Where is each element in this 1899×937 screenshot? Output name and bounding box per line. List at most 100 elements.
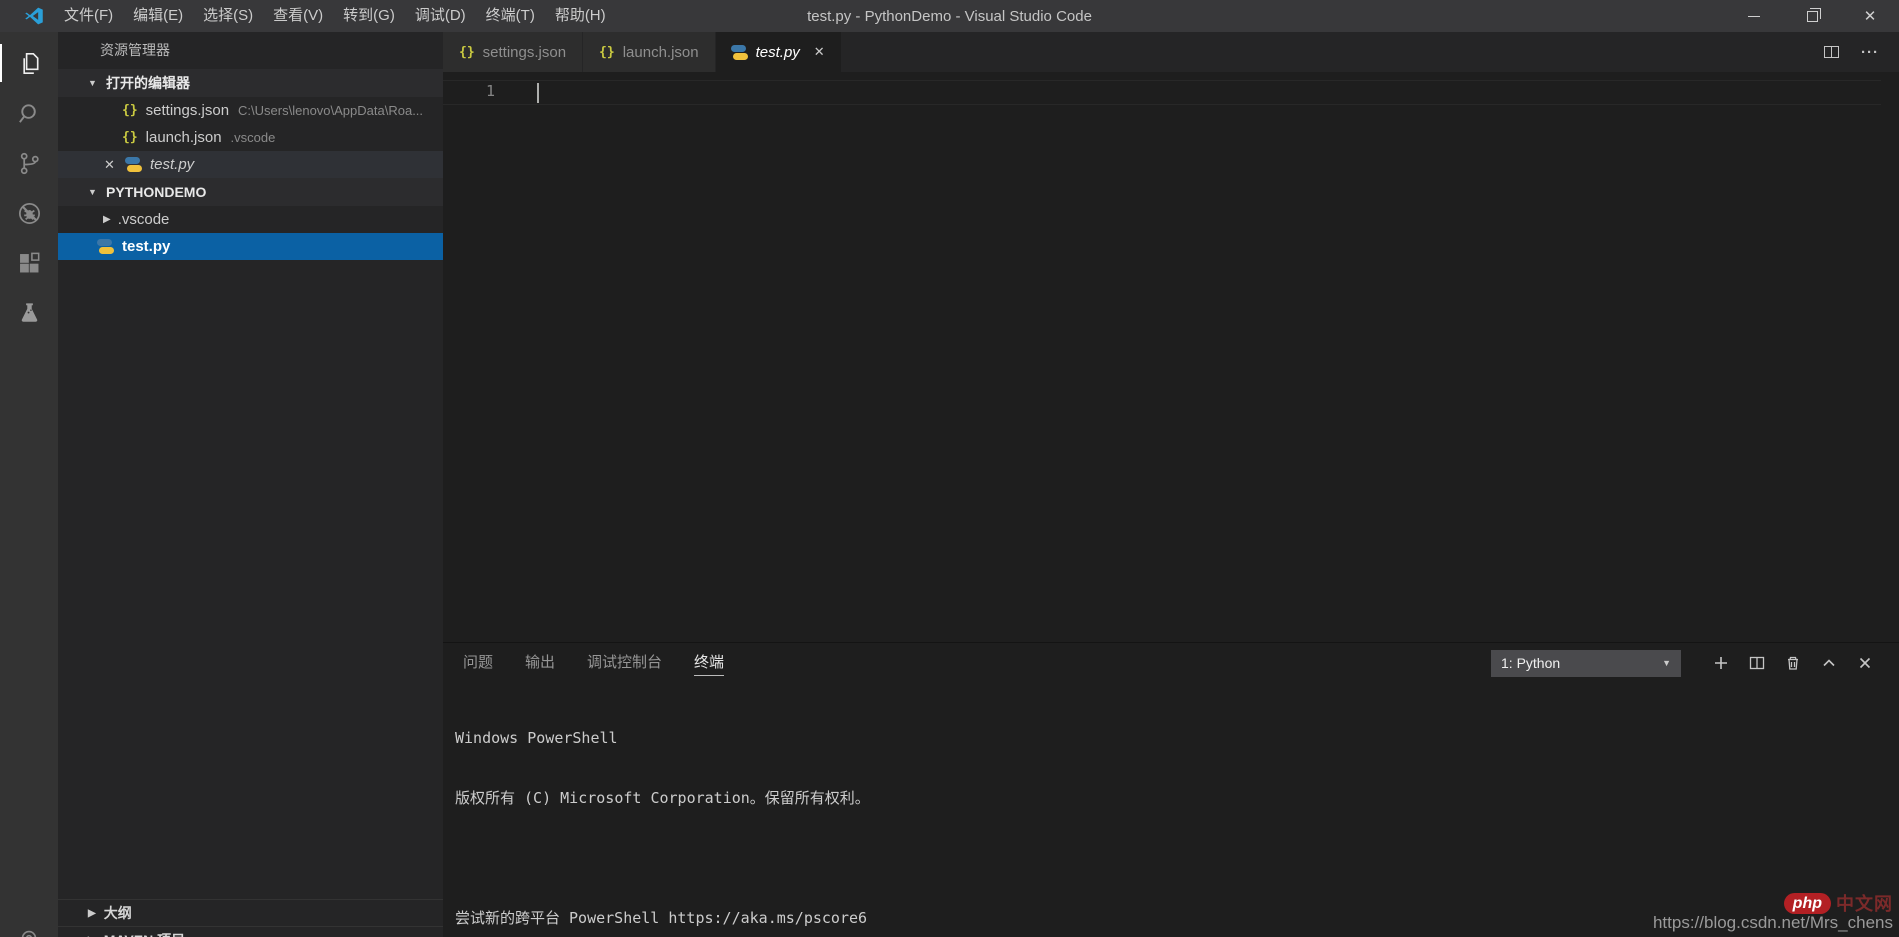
panel-tab-debug-console[interactable]: 调试控制台 [587, 643, 662, 683]
code-editor[interactable]: 1 [443, 72, 1899, 642]
file-name: settings.json [146, 102, 229, 119]
menu-go[interactable]: 转到(G) [333, 0, 405, 32]
window-controls: ✕ [1725, 0, 1899, 32]
chevron-up-icon [1821, 655, 1837, 671]
open-editor-settings-json[interactable]: {} settings.json C:\Users\lenovo\AppData… [58, 97, 443, 124]
vscode-window: 文件(F) 编辑(E) 选择(S) 查看(V) 转到(G) 调试(D) 终端(T… [0, 0, 1899, 937]
panel-tabs: 问题 输出 调试控制台 终端 [463, 643, 724, 683]
new-terminal-button[interactable] [1703, 649, 1739, 677]
explorer-icon [16, 50, 43, 77]
trash-icon [1785, 655, 1801, 671]
test-beaker-icon [16, 300, 43, 327]
minimize-button[interactable] [1725, 0, 1783, 32]
sidebar-explorer: 资源管理器 ▼ 打开的编辑器 {} settings.json C:\Users… [58, 32, 443, 937]
menu-bar: 文件(F) 编辑(E) 选择(S) 查看(V) 转到(G) 调试(D) 终端(T… [54, 0, 616, 32]
json-icon: {} [122, 130, 138, 145]
maven-section-header[interactable]: ▶ MAVEN 项目 [58, 926, 443, 937]
activity-source-control[interactable] [0, 138, 58, 188]
tab-launch-json[interactable]: {} launch.json [583, 32, 715, 72]
editor-group: {} settings.json {} launch.json test.py … [443, 32, 1899, 937]
tab-label: test.py [756, 44, 800, 61]
maximize-panel-button[interactable] [1811, 649, 1847, 677]
close-panel-button[interactable] [1847, 649, 1883, 677]
file-name: launch.json [146, 129, 222, 146]
panel-header: 问题 输出 调试控制台 终端 1: Python ▼ [443, 643, 1899, 683]
open-editor-launch-json[interactable]: {} launch.json .vscode [58, 124, 443, 151]
extensions-icon [16, 250, 43, 277]
menu-help[interactable]: 帮助(H) [545, 0, 616, 32]
folder-name: .vscode [118, 211, 170, 228]
menu-selection[interactable]: 选择(S) [193, 0, 263, 32]
activity-explorer[interactable] [0, 38, 58, 88]
dropdown-arrow-icon: ▼ [1662, 658, 1671, 668]
menu-terminal[interactable]: 终端(T) [476, 0, 545, 32]
minimize-icon [1748, 16, 1760, 17]
split-editor-icon[interactable] [1824, 46, 1839, 58]
project-folder-label: PYTHONDEMO [106, 184, 206, 200]
debug-icon [16, 200, 43, 227]
menu-view[interactable]: 查看(V) [263, 0, 333, 32]
file-name: test.py [122, 238, 170, 255]
search-icon [16, 100, 43, 127]
tree-item-vscode-folder[interactable]: ▶ .vscode [58, 206, 443, 233]
file-name: test.py [150, 156, 194, 173]
close-editor-icon[interactable]: ✕ [104, 157, 118, 173]
twisty-closed-icon: ▶ [103, 214, 111, 225]
watermark: php 中文网 https://blog.csdn.net/Mrs_chens [1653, 890, 1893, 933]
activity-search[interactable] [0, 88, 58, 138]
menu-edit[interactable]: 编辑(E) [123, 0, 193, 32]
terminal-line [455, 848, 1887, 868]
activity-bar [0, 32, 58, 937]
project-folder-header[interactable]: ▼ PYTHONDEMO [58, 178, 443, 206]
manage-gear-icon [18, 927, 40, 937]
json-icon: {} [122, 103, 138, 118]
restore-icon [1807, 11, 1818, 22]
kill-terminal-button[interactable] [1775, 649, 1811, 677]
line-number: 1 [443, 82, 495, 100]
file-path-detail: .vscode [231, 130, 276, 145]
open-editors-header[interactable]: ▼ 打开的编辑器 [58, 69, 443, 97]
title-bar: 文件(F) 编辑(E) 选择(S) 查看(V) 转到(G) 调试(D) 终端(T… [0, 0, 1899, 32]
close-tab-icon[interactable]: ✕ [814, 44, 825, 60]
plus-icon [1713, 655, 1729, 671]
open-editor-test-py[interactable]: ✕ test.py [58, 151, 443, 178]
activity-test[interactable] [0, 288, 58, 338]
terminal-line: 版权所有 (C) Microsoft Corporation。保留所有权利。 [455, 788, 1887, 808]
json-icon: {} [599, 45, 615, 60]
python-icon [126, 157, 141, 172]
sidebar-bottom-sections: ▶ 大纲 ▶ MAVEN 项目 [58, 899, 443, 937]
menu-file[interactable]: 文件(F) [54, 0, 123, 32]
watermark-url: https://blog.csdn.net/Mrs_chens [1653, 913, 1893, 933]
close-window-button[interactable]: ✕ [1841, 0, 1899, 32]
restore-button[interactable] [1783, 0, 1841, 32]
outline-section-header[interactable]: ▶ 大纲 [58, 899, 443, 926]
text-cursor [537, 83, 539, 103]
twisty-open-icon: ▼ [88, 78, 102, 88]
tree-item-test-py[interactable]: test.py [58, 233, 443, 260]
twisty-open-icon: ▼ [88, 187, 102, 197]
activity-debug[interactable] [0, 188, 58, 238]
tab-bar: {} settings.json {} launch.json test.py … [443, 32, 1899, 72]
terminal-picker-dropdown[interactable]: 1: Python ▼ [1491, 650, 1681, 677]
maven-label: MAVEN 项目 [104, 930, 185, 937]
outline-label: 大纲 [104, 903, 132, 923]
panel-tab-problems[interactable]: 问题 [463, 643, 493, 683]
terminal-actions: 1: Python ▼ [1491, 649, 1883, 677]
tab-test-py[interactable]: test.py ✕ [716, 32, 841, 72]
panel-tab-terminal[interactable]: 终端 [694, 643, 724, 683]
terminal-picker-value: 1: Python [1501, 655, 1560, 671]
split-terminal-button[interactable] [1739, 649, 1775, 677]
terminal-line: Windows PowerShell [455, 728, 1887, 748]
activity-extensions[interactable] [0, 238, 58, 288]
python-icon [98, 239, 113, 254]
close-icon: ✕ [1864, 9, 1877, 24]
vscode-logo-icon [24, 6, 44, 26]
activity-manage[interactable] [0, 921, 58, 937]
more-actions-icon[interactable]: ··· [1861, 44, 1879, 61]
tab-settings-json[interactable]: {} settings.json [443, 32, 582, 72]
panel-tab-output[interactable]: 输出 [525, 643, 555, 683]
sidebar-title: 资源管理器 [58, 32, 443, 69]
php-logo-badge: php [1784, 893, 1831, 914]
menu-debug[interactable]: 调试(D) [405, 0, 476, 32]
file-path-detail: C:\Users\lenovo\AppData\Roa... [238, 103, 423, 118]
